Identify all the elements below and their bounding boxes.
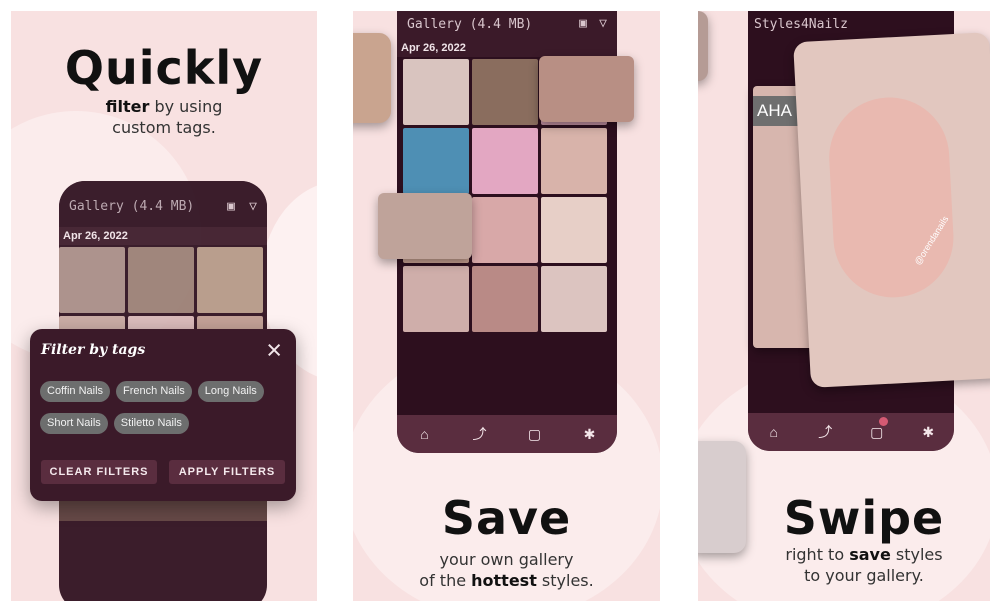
subtitle: filter by using custom tags.	[105, 97, 223, 137]
nail-photo[interactable]	[403, 266, 469, 332]
nail-photo[interactable]	[403, 59, 469, 125]
nail-photo[interactable]	[541, 128, 607, 194]
home-icon[interactable]: ⌂	[759, 424, 789, 440]
subtitle: right to save styles to your gallery.	[785, 545, 943, 585]
gallery-title: Gallery (4.4 MB)	[407, 17, 533, 32]
tag-chip-stiletto[interactable]: Stiletto Nails	[113, 413, 189, 434]
promo-panel-save: Gallery (4.4 MB) ▣ ▽ Apr 26, 2022 ⌂ ⤴ ▢ …	[353, 11, 660, 601]
nail-photo[interactable]	[59, 247, 125, 313]
swipe-card[interactable]: @orendanails	[793, 32, 990, 388]
nail-photo[interactable]	[197, 247, 263, 313]
filter-icon[interactable]: ▽	[599, 16, 607, 31]
close-icon[interactable]: ×	[266, 335, 282, 366]
tag-chip-french[interactable]: French Nails	[116, 381, 192, 402]
dialog-title: Filter by tags	[41, 342, 146, 358]
nail-photo[interactable]	[541, 266, 607, 332]
profile-title: Styles4Nailz	[754, 17, 848, 32]
nail-photo-raised	[539, 56, 634, 122]
saved-icon[interactable]: ▢	[862, 416, 892, 441]
nail-photo[interactable]	[472, 128, 538, 194]
nail-photo[interactable]	[472, 59, 538, 125]
bottom-nav: ⌂ ⤴ ▢ ✱	[397, 415, 617, 453]
subtitle: your own gallery of the hottest styles.	[419, 550, 594, 590]
trending-icon[interactable]: ⤴	[810, 422, 840, 442]
settings-icon[interactable]: ✱	[575, 426, 605, 443]
photo-row-strip	[59, 501, 267, 521]
nail-photo[interactable]	[403, 128, 469, 194]
settings-icon[interactable]: ✱	[913, 424, 943, 441]
tag-chip-coffin[interactable]: Coffin Nails	[40, 381, 111, 402]
nail-photo[interactable]	[472, 197, 538, 263]
nail-photo-hand	[826, 94, 957, 301]
gallery-title: Gallery (4.4 MB)	[69, 199, 195, 214]
nail-photo[interactable]	[128, 247, 194, 313]
promo-panel-swipe: Styles4Nailz ⌂ ⤴ ▢ ✱ AHA @orendanails Sw…	[698, 11, 990, 601]
date-header: Apr 26, 2022	[397, 39, 617, 57]
headline: Quickly	[64, 41, 264, 95]
trending-icon[interactable]: ⤴	[465, 424, 495, 444]
filter-dialog: Filter by tags × Coffin Nails French Nai…	[30, 329, 296, 501]
date-header: Apr 26, 2022	[59, 227, 267, 245]
apply-filters-button[interactable]: APPLY FILTERS	[169, 460, 285, 484]
saved-icon[interactable]: ▢	[520, 426, 550, 443]
tag-chip-long[interactable]: Long Nails	[197, 381, 264, 402]
app-top-bar: Gallery (4.4 MB) ▣ ▽	[397, 11, 617, 39]
nail-photo-preview	[353, 33, 391, 123]
app-top-bar: Gallery (4.4 MB) ▣ ▽	[59, 181, 267, 223]
home-icon[interactable]: ⌂	[410, 426, 440, 442]
nail-photo-raised	[378, 193, 472, 259]
bottom-nav: ⌂ ⤴ ▢ ✱	[748, 413, 954, 451]
nail-photo[interactable]	[472, 266, 538, 332]
clear-filters-button[interactable]: CLEAR FILTERS	[41, 460, 157, 484]
nail-photo-preview	[698, 11, 708, 81]
select-icon[interactable]: ▣	[227, 199, 235, 214]
tag-chips: Coffin Nails French Nails Long Nails Sho…	[40, 381, 290, 434]
tag-chip-short[interactable]: Short Nails	[40, 413, 108, 434]
filter-icon[interactable]: ▽	[249, 199, 257, 214]
headline: Save	[441, 491, 572, 545]
select-icon[interactable]: ▣	[579, 16, 587, 31]
notification-badge	[878, 416, 888, 426]
nail-photo[interactable]	[541, 197, 607, 263]
promo-panel-filter: Quickly filter by using custom tags. Gal…	[11, 11, 317, 601]
headline: Swipe	[783, 491, 945, 545]
